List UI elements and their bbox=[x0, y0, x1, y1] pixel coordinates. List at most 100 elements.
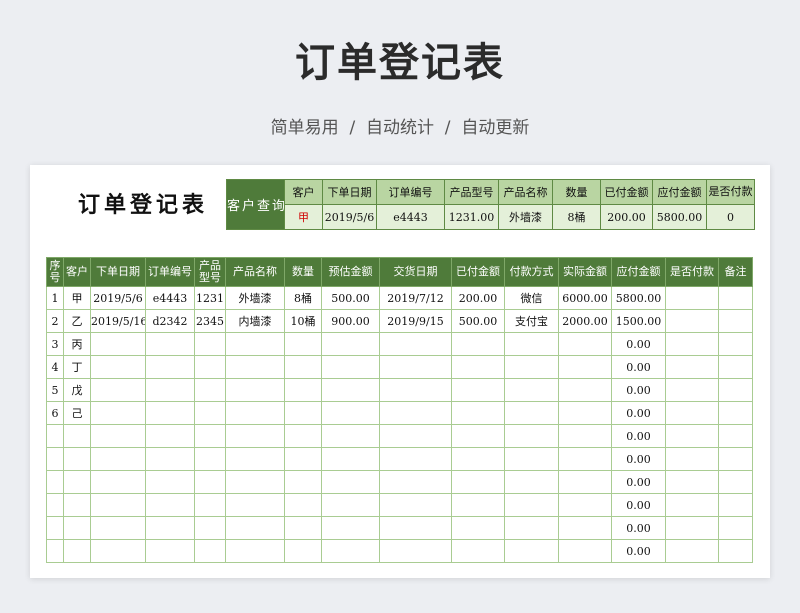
table-cell[interactable] bbox=[379, 401, 452, 425]
table-cell[interactable]: 内墙漆 bbox=[225, 309, 285, 333]
table-cell[interactable]: 6000.00 bbox=[558, 286, 612, 310]
table-cell[interactable] bbox=[225, 378, 285, 402]
table-cell[interactable] bbox=[558, 355, 612, 379]
table-cell[interactable] bbox=[225, 424, 285, 448]
table-cell[interactable] bbox=[665, 286, 719, 310]
table-cell[interactable] bbox=[194, 470, 226, 494]
table-cell[interactable] bbox=[451, 493, 505, 517]
table-cell[interactable]: d2342 bbox=[145, 309, 195, 333]
table-cell[interactable] bbox=[90, 516, 146, 540]
table-cell[interactable] bbox=[451, 355, 505, 379]
table-cell[interactable]: 1231 bbox=[194, 286, 226, 310]
table-cell[interactable]: 0.00 bbox=[611, 424, 666, 448]
table-cell[interactable] bbox=[558, 424, 612, 448]
table-cell[interactable] bbox=[321, 378, 380, 402]
table-cell[interactable]: 5 bbox=[46, 378, 64, 402]
table-cell[interactable] bbox=[225, 332, 285, 356]
table-cell[interactable] bbox=[145, 470, 195, 494]
table-cell[interactable]: 甲 bbox=[63, 286, 91, 310]
table-cell[interactable] bbox=[284, 470, 322, 494]
table-cell[interactable] bbox=[665, 470, 719, 494]
table-cell[interactable] bbox=[90, 401, 146, 425]
table-cell[interactable] bbox=[90, 424, 146, 448]
table-cell[interactable] bbox=[718, 355, 753, 379]
table-cell[interactable] bbox=[46, 447, 64, 471]
table-cell[interactable] bbox=[558, 516, 612, 540]
table-cell[interactable] bbox=[225, 470, 285, 494]
table-cell[interactable] bbox=[284, 539, 322, 563]
table-cell[interactable] bbox=[145, 424, 195, 448]
table-cell[interactable]: 200.00 bbox=[451, 286, 505, 310]
table-cell[interactable]: 2000.00 bbox=[558, 309, 612, 333]
table-cell[interactable] bbox=[46, 516, 64, 540]
table-cell[interactable]: 己 bbox=[63, 401, 91, 425]
table-cell[interactable]: 0.00 bbox=[611, 332, 666, 356]
table-cell[interactable] bbox=[284, 493, 322, 517]
table-cell[interactable] bbox=[321, 539, 380, 563]
table-cell[interactable] bbox=[145, 355, 195, 379]
table-cell[interactable] bbox=[718, 516, 753, 540]
table-cell[interactable] bbox=[718, 539, 753, 563]
table-cell[interactable] bbox=[321, 401, 380, 425]
table-cell[interactable] bbox=[194, 447, 226, 471]
table-cell[interactable] bbox=[379, 516, 452, 540]
table-cell[interactable] bbox=[504, 378, 559, 402]
table-cell[interactable] bbox=[558, 401, 612, 425]
table-cell[interactable] bbox=[379, 424, 452, 448]
table-cell[interactable]: 2345 bbox=[194, 309, 226, 333]
table-cell[interactable] bbox=[225, 401, 285, 425]
table-cell[interactable] bbox=[665, 447, 719, 471]
table-cell[interactable]: 1 bbox=[46, 286, 64, 310]
table-cell[interactable] bbox=[504, 447, 559, 471]
table-cell[interactable]: 0.00 bbox=[611, 470, 666, 494]
table-cell[interactable] bbox=[379, 355, 452, 379]
table-cell[interactable]: 支付宝 bbox=[504, 309, 559, 333]
table-cell[interactable] bbox=[46, 539, 64, 563]
table-cell[interactable]: 0.00 bbox=[611, 401, 666, 425]
table-cell[interactable] bbox=[225, 355, 285, 379]
table-cell[interactable] bbox=[451, 378, 505, 402]
table-cell[interactable] bbox=[63, 516, 91, 540]
table-cell[interactable] bbox=[90, 447, 146, 471]
table-cell[interactable] bbox=[194, 401, 226, 425]
table-cell[interactable]: 10桶 bbox=[284, 309, 322, 333]
table-cell[interactable] bbox=[718, 378, 753, 402]
table-cell[interactable] bbox=[451, 401, 505, 425]
table-cell[interactable] bbox=[194, 332, 226, 356]
table-cell[interactable] bbox=[665, 355, 719, 379]
table-cell[interactable] bbox=[718, 424, 753, 448]
table-cell[interactable] bbox=[718, 309, 753, 333]
table-cell[interactable]: 2 bbox=[46, 309, 64, 333]
table-cell[interactable] bbox=[504, 401, 559, 425]
table-cell[interactable] bbox=[46, 493, 64, 517]
table-cell[interactable] bbox=[665, 539, 719, 563]
table-cell[interactable] bbox=[63, 493, 91, 517]
table-cell[interactable] bbox=[284, 447, 322, 471]
table-cell[interactable] bbox=[63, 447, 91, 471]
table-cell[interactable]: 丁 bbox=[63, 355, 91, 379]
table-cell[interactable]: 900.00 bbox=[321, 309, 380, 333]
table-cell[interactable]: 8桶 bbox=[284, 286, 322, 310]
table-cell[interactable] bbox=[284, 355, 322, 379]
table-cell[interactable] bbox=[718, 447, 753, 471]
table-cell[interactable] bbox=[504, 470, 559, 494]
table-cell[interactable] bbox=[665, 424, 719, 448]
table-cell[interactable] bbox=[321, 470, 380, 494]
table-cell[interactable] bbox=[451, 516, 505, 540]
table-cell[interactable] bbox=[665, 378, 719, 402]
table-cell[interactable]: 2019/5/16 bbox=[90, 309, 146, 333]
table-cell[interactable]: 微信 bbox=[504, 286, 559, 310]
table-cell[interactable] bbox=[379, 493, 452, 517]
table-cell[interactable] bbox=[665, 493, 719, 517]
table-cell[interactable] bbox=[718, 470, 753, 494]
table-cell[interactable]: 0.00 bbox=[611, 447, 666, 471]
table-cell[interactable]: 1500.00 bbox=[611, 309, 666, 333]
table-cell[interactable] bbox=[63, 424, 91, 448]
table-cell[interactable] bbox=[225, 539, 285, 563]
table-cell[interactable]: 乙 bbox=[63, 309, 91, 333]
table-cell[interactable] bbox=[718, 401, 753, 425]
table-cell[interactable] bbox=[284, 516, 322, 540]
table-cell[interactable] bbox=[451, 539, 505, 563]
table-cell[interactable] bbox=[90, 470, 146, 494]
table-cell[interactable] bbox=[145, 447, 195, 471]
